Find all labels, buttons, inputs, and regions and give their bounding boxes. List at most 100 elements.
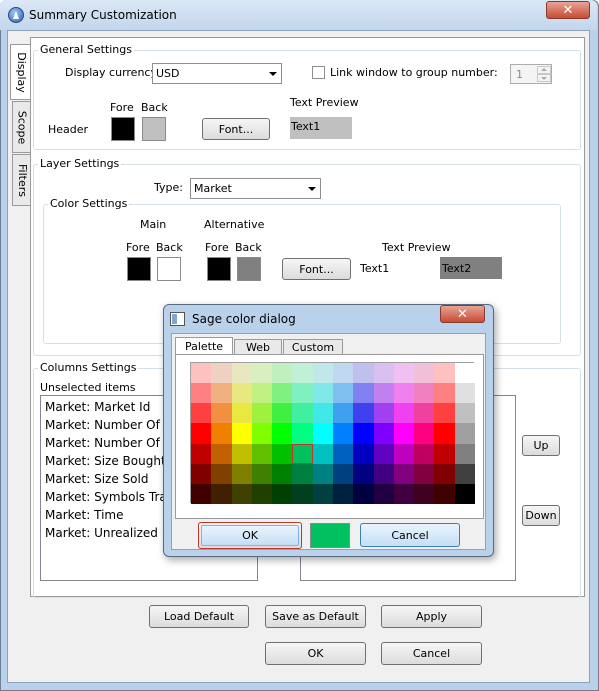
- palette-cell[interactable]: [251, 463, 273, 485]
- palette-cell[interactable]: [292, 463, 314, 485]
- palette-cell[interactable]: [292, 383, 314, 404]
- palette-cell[interactable]: [353, 403, 375, 424]
- palette-cell[interactable]: [393, 483, 415, 505]
- palette-cell[interactable]: [292, 363, 314, 384]
- palette-cell[interactable]: [211, 363, 233, 384]
- palette-cell[interactable]: [454, 443, 476, 465]
- palette-cell[interactable]: [414, 383, 435, 404]
- list-item[interactable]: Market: Time: [45, 508, 123, 522]
- palette-cell[interactable]: [393, 383, 415, 404]
- palette-cell[interactable]: [251, 423, 273, 445]
- type-select[interactable]: Market: [190, 178, 321, 199]
- palette-cell[interactable]: [191, 443, 212, 465]
- main-back-swatch[interactable]: [157, 257, 181, 281]
- palette-cell[interactable]: [251, 403, 273, 424]
- palette-cell[interactable]: [373, 383, 395, 404]
- palette-cell[interactable]: [231, 463, 253, 485]
- close-button[interactable]: ✕: [546, 1, 590, 19]
- spinner-up-button[interactable]: [537, 66, 551, 74]
- palette-cell[interactable]: [393, 363, 415, 384]
- palette-cell[interactable]: [211, 463, 233, 485]
- palette-cell[interactable]: [393, 403, 415, 424]
- list-item[interactable]: Market: Number Of Ot: [45, 418, 178, 432]
- link-window-checkbox[interactable]: [312, 66, 325, 79]
- load-default-button[interactable]: Load Default: [149, 605, 249, 628]
- list-item[interactable]: Market: Number Of Tr: [45, 436, 174, 450]
- dialog-cancel-button[interactable]: Cancel: [360, 523, 460, 547]
- palette-cell[interactable]: [272, 403, 293, 424]
- spinner-down-button[interactable]: [537, 74, 551, 82]
- palette-cell[interactable]: [333, 363, 354, 384]
- palette-cell[interactable]: [231, 483, 253, 505]
- palette-cell[interactable]: [312, 443, 334, 465]
- palette-cell[interactable]: [333, 383, 354, 404]
- palette-cell[interactable]: [312, 483, 334, 505]
- palette-cell[interactable]: [272, 463, 293, 485]
- up-button[interactable]: Up: [522, 435, 560, 456]
- apply-button[interactable]: Apply: [381, 605, 482, 628]
- palette-cell[interactable]: [333, 463, 354, 485]
- palette-cell[interactable]: [191, 383, 212, 404]
- palette-cell[interactable]: [272, 363, 293, 384]
- palette-cell[interactable]: [312, 463, 334, 485]
- palette-cell[interactable]: [312, 423, 334, 445]
- palette-cell[interactable]: [292, 423, 314, 445]
- palette-cell[interactable]: [333, 423, 354, 445]
- palette-cell[interactable]: [211, 383, 233, 404]
- palette-cell[interactable]: [333, 483, 354, 505]
- palette-cell[interactable]: [353, 443, 375, 465]
- palette-cell[interactable]: [454, 383, 476, 404]
- palette-cell[interactable]: [272, 423, 293, 445]
- palette-cell[interactable]: [414, 423, 435, 445]
- palette-cell[interactable]: [231, 443, 253, 465]
- palette-cell[interactable]: [353, 423, 375, 445]
- palette-cell[interactable]: [231, 363, 253, 384]
- palette-cell[interactable]: [373, 443, 395, 465]
- tab-filters[interactable]: Filters: [12, 154, 31, 206]
- palette-cell[interactable]: [414, 463, 435, 485]
- layer-font-button[interactable]: Font...: [282, 258, 351, 280]
- palette-cell[interactable]: [414, 403, 435, 424]
- general-font-button[interactable]: Font...: [202, 118, 270, 140]
- palette-cell[interactable]: [373, 463, 395, 485]
- tab-custom[interactable]: Custom: [283, 339, 343, 354]
- palette-cell[interactable]: [312, 403, 334, 424]
- palette-cell[interactable]: [373, 423, 395, 445]
- palette-cell[interactable]: [272, 483, 293, 505]
- alt-fore-swatch[interactable]: [207, 257, 231, 281]
- palette-cell[interactable]: [434, 463, 456, 485]
- palette-cell[interactable]: [191, 483, 212, 505]
- palette-cell[interactable]: [312, 363, 334, 384]
- cancel-button[interactable]: Cancel: [381, 642, 482, 665]
- palette-cell[interactable]: [454, 423, 476, 445]
- alt-back-swatch[interactable]: [237, 257, 261, 281]
- palette-cell[interactable]: [211, 483, 233, 505]
- group-number-spinner[interactable]: 1: [510, 64, 552, 84]
- palette-cell[interactable]: [353, 363, 375, 384]
- palette-cell[interactable]: [434, 383, 456, 404]
- tab-palette[interactable]: Palette: [175, 337, 233, 354]
- palette-cell[interactable]: [414, 483, 435, 505]
- palette-cell[interactable]: [454, 363, 476, 384]
- palette-cell[interactable]: [312, 383, 334, 404]
- palette-cell[interactable]: [373, 403, 395, 424]
- palette-cell[interactable]: [191, 363, 212, 384]
- palette-cell[interactable]: [353, 483, 375, 505]
- palette-cell[interactable]: [393, 423, 415, 445]
- palette-cell[interactable]: [231, 383, 253, 404]
- palette-cell[interactable]: [353, 383, 375, 404]
- palette-cell[interactable]: [434, 423, 456, 445]
- palette-cell[interactable]: [251, 383, 273, 404]
- palette-cell[interactable]: [191, 423, 212, 445]
- palette-cell[interactable]: [251, 363, 273, 384]
- palette-cell[interactable]: [373, 363, 395, 384]
- dialog-close-button[interactable]: ✕: [440, 305, 485, 323]
- header-fore-swatch[interactable]: [111, 117, 135, 141]
- color-palette-grid[interactable]: [190, 362, 476, 505]
- palette-cell[interactable]: [333, 403, 354, 424]
- palette-cell[interactable]: [434, 363, 456, 384]
- tab-web[interactable]: Web: [234, 339, 282, 354]
- palette-cell[interactable]: [292, 483, 314, 505]
- dialog-ok-button[interactable]: OK: [198, 522, 302, 549]
- palette-cell[interactable]: [434, 483, 456, 505]
